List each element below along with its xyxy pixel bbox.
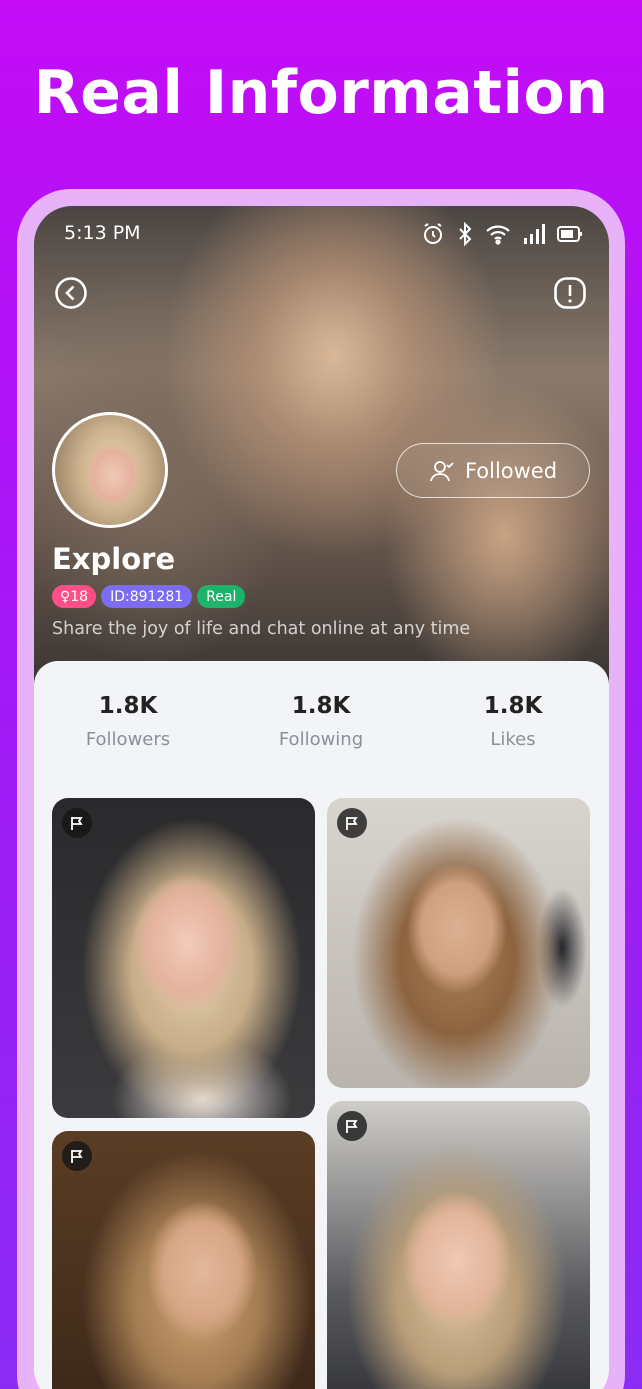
user-check-icon — [430, 460, 454, 481]
flag-icon[interactable] — [62, 808, 92, 838]
photo-tile[interactable] — [327, 798, 590, 1088]
photo-tile[interactable] — [52, 798, 315, 1118]
user-id-badge: ID:891281 — [101, 585, 193, 608]
avatar[interactable] — [52, 412, 168, 528]
gender-age-badge: ♀18 — [52, 585, 97, 608]
flag-icon[interactable] — [337, 808, 367, 838]
photo-tile[interactable] — [52, 1131, 315, 1389]
photo-tile[interactable] — [327, 1101, 590, 1389]
profile-name: Explore — [52, 542, 176, 576]
back-button[interactable] — [54, 276, 88, 310]
signal-icon — [524, 224, 545, 244]
status-bar: 5:13 PM — [64, 220, 583, 248]
stat-label: Following — [278, 729, 364, 750]
followed-button[interactable]: Followed — [396, 443, 590, 498]
profile-content: 1.8K Followers 1.8K Following 1.8K Likes — [34, 661, 609, 1389]
stat-label: Followers — [85, 729, 171, 750]
wifi-icon — [486, 225, 510, 245]
profile-bio: Share the joy of life and chat online at… — [52, 619, 471, 639]
stat-value: 1.8K — [291, 693, 351, 719]
stat-likes[interactable]: 1.8K Likes — [423, 693, 603, 750]
alarm-icon — [424, 223, 442, 244]
chevron-left-icon — [55, 277, 87, 309]
stat-following[interactable]: 1.8K Following — [231, 693, 411, 750]
alert-icon — [554, 277, 586, 309]
real-badge: Real — [197, 585, 246, 608]
bluetooth-icon — [459, 222, 472, 246]
battery-icon — [557, 226, 582, 242]
status-icons — [421, 222, 583, 246]
report-button[interactable] — [553, 276, 587, 310]
flag-icon[interactable] — [337, 1111, 367, 1141]
stat-followers[interactable]: 1.8K Followers — [38, 693, 218, 750]
profile-screen: 5:13 PM Followed Explore ♀18 ID:891281 R… — [34, 206, 609, 1389]
followed-label: Followed — [464, 458, 558, 483]
stat-value: 1.8K — [98, 693, 158, 719]
profile-tags: ♀18 ID:891281 Real — [52, 585, 246, 608]
stat-label: Likes — [490, 729, 536, 750]
status-time: 5:13 PM — [64, 222, 141, 244]
stat-value: 1.8K — [483, 693, 543, 719]
promo-title: Real Information — [33, 58, 609, 128]
flag-icon[interactable] — [62, 1141, 92, 1171]
